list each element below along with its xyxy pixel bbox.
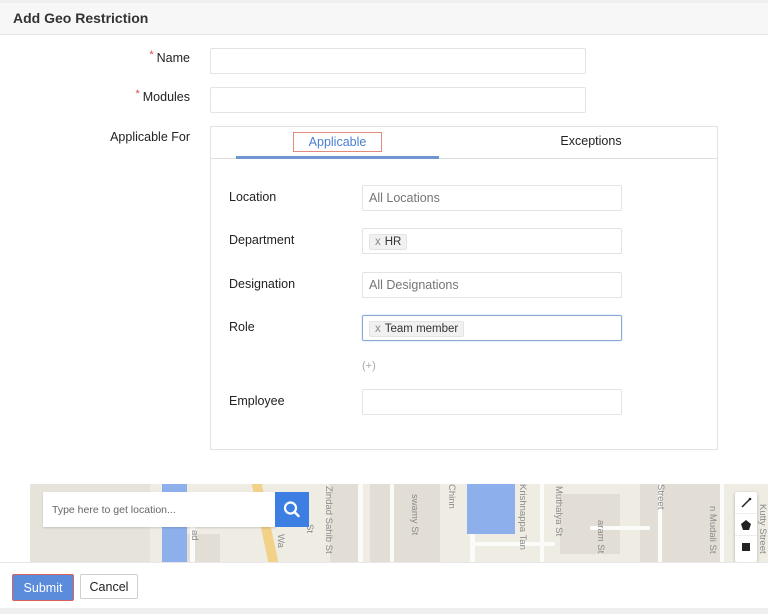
street-label: Kutty Street (757, 504, 768, 554)
map-search-box (43, 492, 276, 527)
remove-chip-icon[interactable]: x (375, 323, 381, 335)
street-label: Street (655, 484, 666, 510)
line-draw-tool[interactable] (735, 492, 757, 514)
map-road (358, 484, 363, 562)
submit-button[interactable]: Submit (12, 574, 74, 601)
cancel-button[interactable]: Cancel (80, 574, 138, 599)
rectangle-draw-tool[interactable] (735, 536, 757, 558)
name-label: * Name (149, 49, 190, 65)
map-block (370, 484, 440, 562)
modules-input[interactable] (210, 87, 586, 113)
map-road (390, 484, 394, 562)
role-input[interactable]: x Team member (362, 315, 622, 341)
modules-label: * Modules (135, 88, 190, 104)
role-chip: x Team member (369, 321, 465, 337)
role-label: Role (229, 320, 255, 334)
page-header: Add Geo Restriction (0, 3, 768, 35)
location-input[interactable] (362, 185, 622, 211)
applicable-for-panel: Applicable Exceptions Location Departmen… (210, 126, 718, 450)
map-road (540, 484, 544, 562)
street-label: Muthalya St (553, 486, 564, 537)
map-water (467, 484, 515, 534)
page-title: Add Geo Restriction (13, 10, 149, 26)
street-label: Zindad Sahib St (323, 486, 334, 554)
map-road (475, 542, 555, 546)
polygon-icon (741, 519, 751, 530)
add-criteria-button[interactable]: (+) (362, 360, 376, 372)
department-chip: x HR (369, 234, 408, 250)
designation-label: Designation (229, 277, 296, 291)
active-tab-indicator (236, 156, 439, 159)
map-search-input[interactable] (43, 492, 276, 527)
street-label: ad (189, 530, 200, 541)
tab-bar: Applicable Exceptions (211, 127, 717, 159)
designation-input[interactable] (362, 272, 622, 298)
employee-label: Employee (229, 394, 285, 408)
street-label: n Mudali St (707, 506, 718, 554)
street-label: Wa (275, 534, 286, 548)
department-label: Department (229, 233, 295, 247)
applicable-for-label: Applicable For (110, 130, 190, 144)
search-icon (283, 501, 300, 518)
polygon-draw-tool[interactable] (735, 514, 757, 536)
rectangle-icon (742, 543, 750, 551)
form-footer: Submit Cancel (0, 562, 768, 608)
remove-chip-icon[interactable]: x (375, 236, 381, 248)
tab-exceptions[interactable]: Exceptions (551, 134, 631, 148)
street-label: Krishnappa Tan (517, 484, 528, 550)
map-search-button[interactable] (275, 492, 309, 527)
required-marker: * (135, 88, 140, 100)
location-label: Location (229, 190, 277, 204)
department-input[interactable]: x HR (362, 228, 622, 254)
bottom-strip (0, 608, 768, 614)
tab-applicable[interactable]: Applicable (293, 132, 382, 152)
street-label: aram St (595, 520, 606, 554)
employee-input[interactable] (362, 389, 622, 415)
required-marker: * (149, 49, 154, 61)
map-block (330, 484, 360, 562)
street-label: swamy St (409, 494, 420, 536)
map-drawing-tools (735, 492, 757, 562)
line-draw-icon (741, 497, 752, 508)
map-block (560, 494, 620, 554)
name-input[interactable] (210, 48, 586, 74)
map-road (720, 484, 724, 562)
map-view[interactable]: Zindad Sahib St swamy St Chinn Krishnapp… (30, 484, 768, 562)
street-label: Chinn (446, 484, 457, 509)
